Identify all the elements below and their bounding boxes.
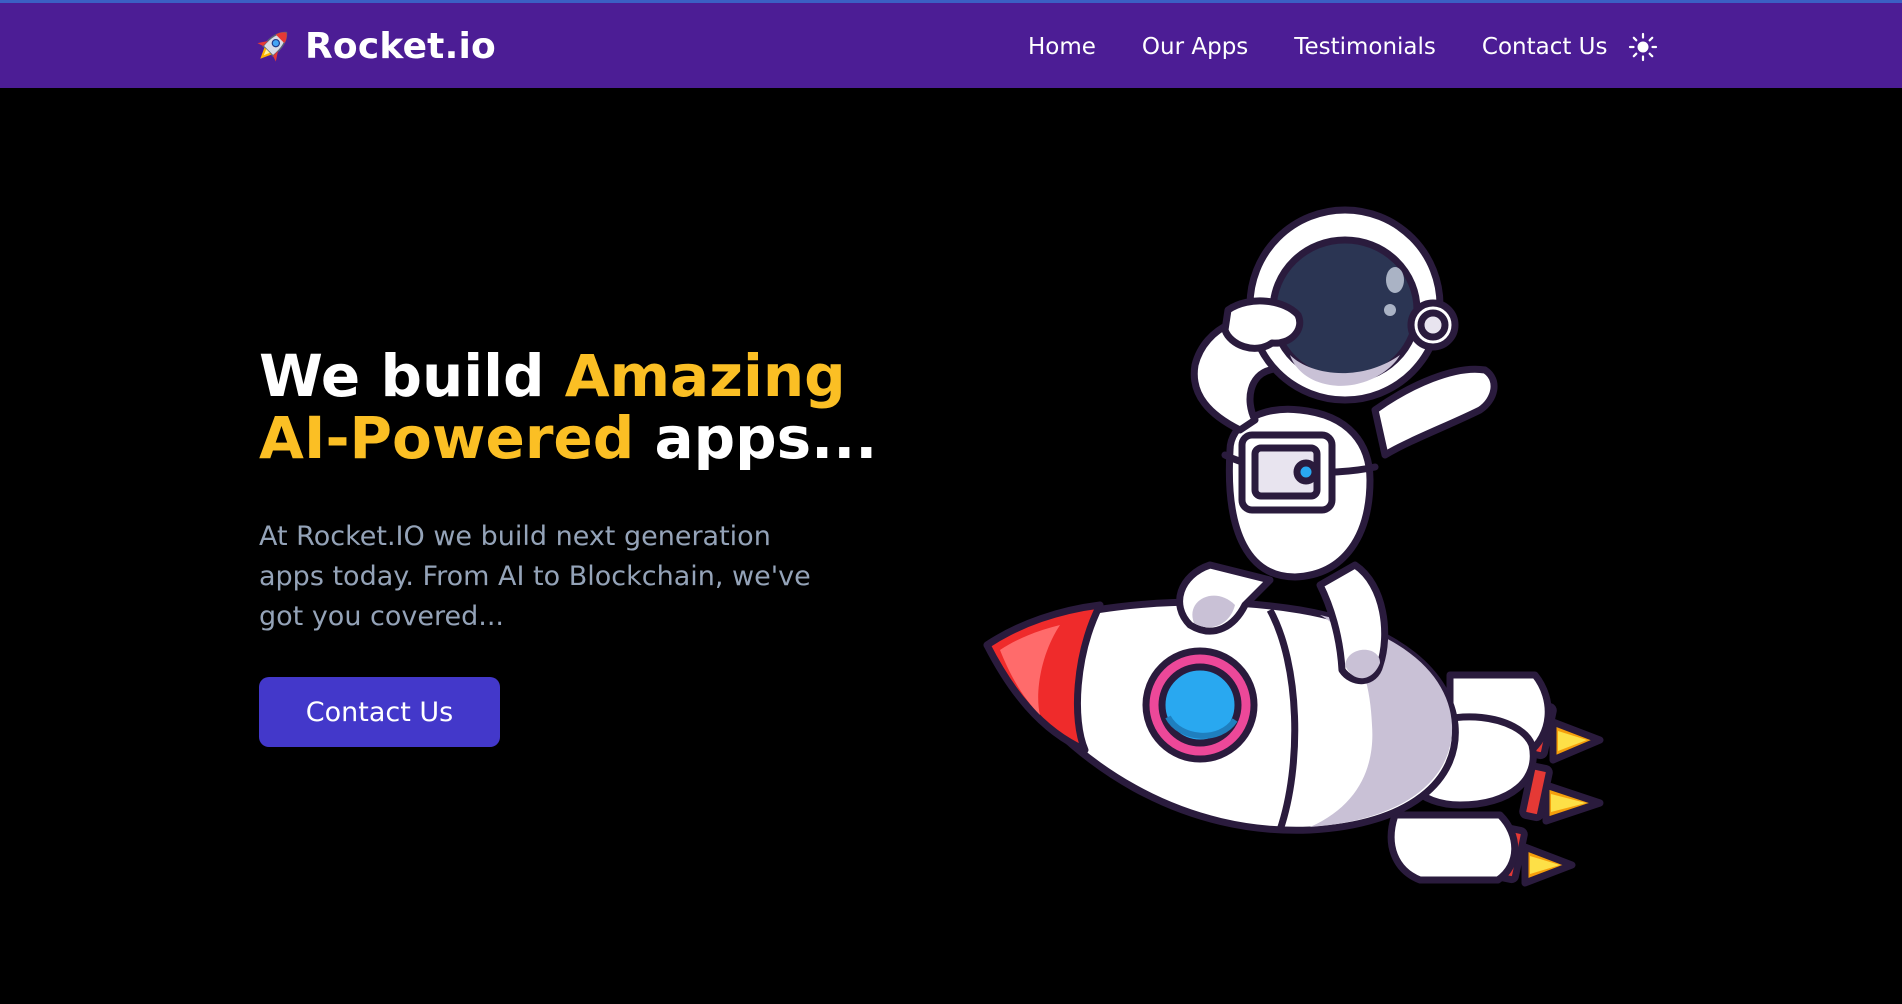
- hero-subtext: At Rocket.IO we build next generation ap…: [259, 521, 811, 632]
- contact-us-button[interactable]: Contact Us: [259, 677, 500, 747]
- headline-accent-amazing: Amazing: [564, 342, 846, 410]
- main-nav: Home Our Apps Testimonials Contact Us: [1028, 29, 1658, 65]
- astronaut-illustration: [1176, 206, 1498, 685]
- astronaut-rocket-illustration: [983, 206, 1604, 887]
- brand-name: Rocket.io: [305, 25, 496, 67]
- navbar: Rocket.io Home Our Apps Testimonials Con…: [0, 3, 1902, 88]
- headline-accent-ai-powered: AI-Powered: [259, 404, 635, 472]
- rocket-illustration: [983, 598, 1604, 887]
- nav-home[interactable]: Home: [1028, 34, 1096, 60]
- nav-our-apps[interactable]: Our Apps: [1142, 34, 1248, 60]
- hero-headline: We build Amazing AI-Powered apps...: [259, 345, 877, 469]
- nav-contact-us[interactable]: Contact Us: [1482, 34, 1608, 60]
- sun-icon[interactable]: [1628, 32, 1658, 62]
- headline-part1: We build: [259, 342, 565, 410]
- brand-logo[interactable]: Rocket.io: [251, 21, 496, 71]
- rocket-icon: [257, 31, 288, 62]
- headline-part2: apps...: [634, 404, 878, 472]
- nav-testimonials[interactable]: Testimonials: [1294, 34, 1436, 60]
